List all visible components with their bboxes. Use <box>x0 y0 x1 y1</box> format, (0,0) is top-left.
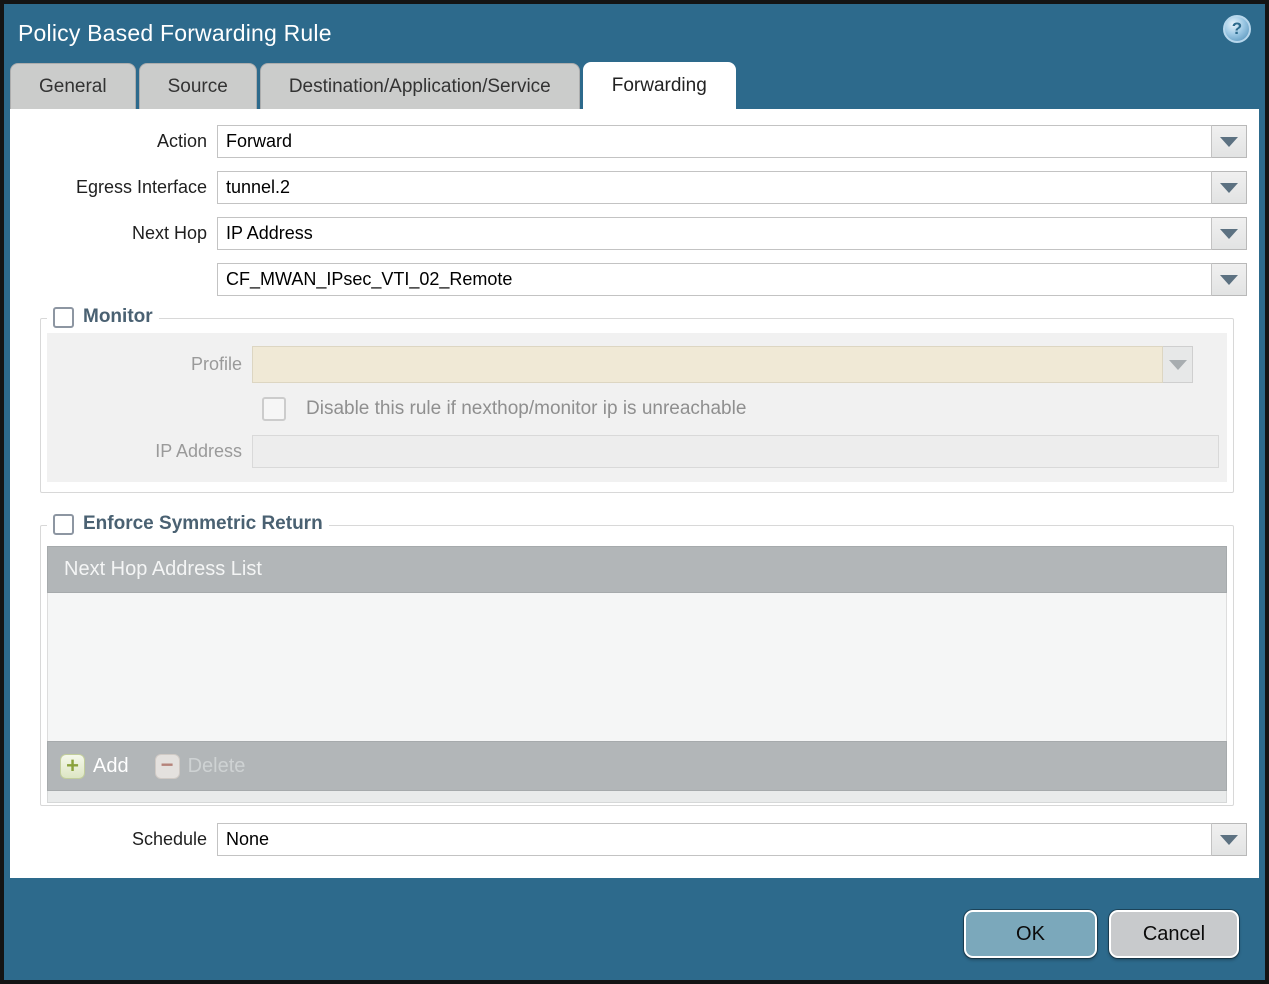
disable-rule-row: Disable this rule if nexthop/monitor ip … <box>262 397 1219 421</box>
action-input[interactable] <box>217 125 1212 158</box>
delete-button: − Delete <box>154 753 245 779</box>
cancel-button[interactable]: Cancel <box>1109 910 1239 958</box>
action-dropdown-button[interactable] <box>1212 125 1247 158</box>
symmetric-return-section: Enforce Symmetric Return Next Hop Addres… <box>40 513 1234 806</box>
plus-icon: + <box>60 753 85 779</box>
tab-source[interactable]: Source <box>138 63 257 109</box>
next-hop-label: Next Hop <box>131 223 207 243</box>
help-icon[interactable]: ? <box>1223 15 1251 43</box>
profile-dropdown-button <box>1163 346 1193 383</box>
schedule-input[interactable] <box>217 823 1212 856</box>
next-hop-address-dropdown-button[interactable] <box>1212 263 1247 296</box>
symmetric-return-section-title: Enforce Symmetric Return <box>83 513 323 534</box>
next-hop-address-list-table: Next Hop Address List + Add − Delete <box>47 546 1227 803</box>
profile-input <box>252 346 1163 383</box>
chevron-down-icon <box>1220 182 1238 193</box>
schedule-dropdown-button[interactable] <box>1212 823 1247 856</box>
pbf-rule-dialog: Policy Based Forwarding Rule ? General S… <box>0 0 1269 984</box>
chevron-down-icon <box>1220 834 1238 845</box>
egress-interface-label: Egress Interface <box>75 177 207 197</box>
egress-interface-input[interactable] <box>217 171 1212 204</box>
tab-destination-application-service[interactable]: Destination/Application/Service <box>259 63 580 109</box>
next-hop-row: Next Hop <box>20 217 1247 250</box>
next-hop-address-list-toolbar: + Add − Delete <box>47 741 1227 791</box>
schedule-label: Schedule <box>131 829 207 849</box>
forwarding-tab-panel: Action Egress Interface Next Hop <box>10 109 1259 878</box>
tab-general[interactable]: General <box>10 63 136 109</box>
chevron-down-icon <box>1168 359 1187 370</box>
egress-interface-row: Egress Interface <box>20 171 1247 204</box>
action-row: Action <box>20 125 1247 158</box>
dialog-titlebar: Policy Based Forwarding Rule ? <box>4 4 1265 62</box>
monitor-ip-address-input <box>252 435 1219 468</box>
add-button[interactable]: + Add <box>60 753 129 779</box>
minus-icon: − <box>154 753 180 779</box>
next-hop-address-list-body[interactable] <box>47 593 1227 741</box>
chevron-down-icon <box>1220 274 1238 285</box>
next-hop-type-input[interactable] <box>217 217 1212 250</box>
monitor-checkbox[interactable] <box>53 306 74 328</box>
monitor-panel: Profile Disable this rule if nexthop/mon… <box>47 333 1227 482</box>
horizontal-scrollbar[interactable] <box>47 791 1227 803</box>
dialog-title: Policy Based Forwarding Rule <box>18 19 332 46</box>
chevron-down-icon <box>1220 228 1238 239</box>
monitor-ip-address-row: IP Address <box>47 435 1219 468</box>
dialog-footer: OK Cancel <box>964 910 1239 958</box>
tab-forwarding[interactable]: Forwarding <box>582 62 736 109</box>
action-label: Action <box>156 131 207 151</box>
profile-row: Profile <box>47 346 1219 383</box>
next-hop-dropdown-button[interactable] <box>1212 217 1247 250</box>
next-hop-address-input[interactable] <box>217 263 1212 296</box>
tab-bar: General Source Destination/Application/S… <box>4 62 1265 109</box>
monitor-section-title: Monitor <box>83 306 153 327</box>
next-hop-address-list-header: Next Hop Address List <box>47 546 1227 593</box>
monitor-section: Monitor Profile Disable this rule if nex… <box>40 306 1234 493</box>
disable-rule-label: Disable this rule if nexthop/monitor ip … <box>306 398 747 419</box>
enforce-symmetric-return-checkbox[interactable] <box>53 513 74 535</box>
ok-button[interactable]: OK <box>964 910 1097 958</box>
disable-rule-checkbox <box>262 397 286 421</box>
chevron-down-icon <box>1220 136 1238 147</box>
profile-label: Profile <box>190 354 242 374</box>
schedule-row: Schedule <box>20 823 1247 856</box>
egress-interface-dropdown-button[interactable] <box>1212 171 1247 204</box>
next-hop-address-row <box>20 263 1247 296</box>
monitor-ip-address-label: IP Address <box>155 441 242 461</box>
